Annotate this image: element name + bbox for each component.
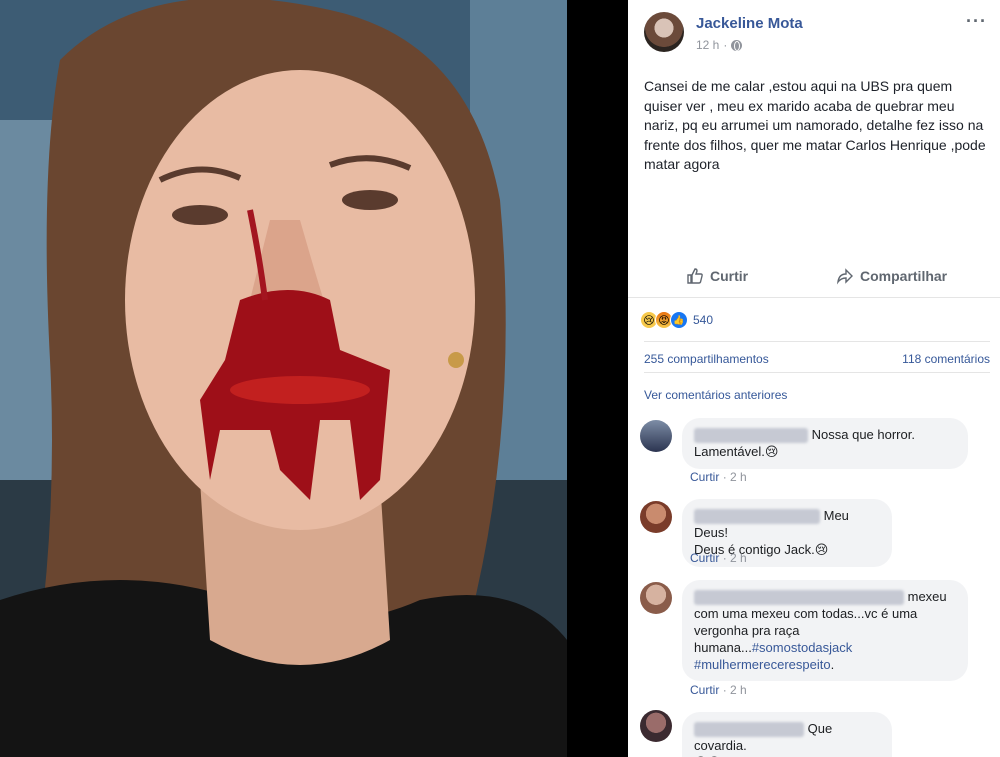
photo-illustration	[0, 0, 567, 757]
post-panel: Jackeline Mota 12 h · ··· Cansei de me c…	[628, 0, 1000, 757]
reaction-count: 540	[693, 313, 714, 327]
thumbs-up-icon	[687, 268, 703, 284]
commenter-avatar[interactable]	[640, 710, 672, 742]
share-arrow-icon	[836, 268, 853, 285]
like-label: Curtir	[710, 268, 749, 284]
more-options-icon[interactable]: ···	[966, 12, 986, 30]
commenter-avatar[interactable]	[640, 582, 672, 614]
like-reaction-icon: 👍	[670, 311, 688, 329]
crying-emoji: 😢	[764, 445, 779, 461]
comment-text: Nossa que horror.	[811, 427, 915, 442]
commenter-avatar[interactable]	[640, 420, 672, 452]
comment-like-link[interactable]: Curtir	[690, 683, 719, 697]
post-header: Jackeline Mota 12 h · ···	[628, 0, 1000, 70]
post-time[interactable]: 12 h	[696, 38, 719, 52]
comment-bubble: mexeu com uma mexeu com todas...vc é uma…	[682, 580, 968, 682]
comment-text: Lamentável.	[694, 444, 765, 460]
like-button[interactable]: Curtir	[686, 267, 748, 285]
comment-bubble: Nossa que horror. Lamentável.😢	[682, 418, 968, 470]
comments-count[interactable]: 118 comentários	[902, 352, 990, 366]
post-meta: 12 h ·	[696, 38, 743, 52]
comment-like-link[interactable]: Curtir	[690, 551, 719, 565]
comment-bubble: Que covardia. 😢😢	[682, 712, 892, 757]
share-label: Compartilhar	[860, 268, 948, 284]
view-previous-comments-link[interactable]: Ver comentários anteriores	[644, 388, 787, 402]
crying-emoji: 😢	[814, 543, 829, 559]
post-photo[interactable]	[0, 0, 567, 757]
commenter-name-redacted[interactable]	[694, 590, 904, 606]
commenter-name-redacted[interactable]	[694, 722, 804, 738]
comment-time[interactable]: 2 h	[730, 551, 747, 565]
comment-meta: Curtir · 2 h	[690, 470, 747, 484]
comment-time[interactable]: 2 h	[730, 470, 747, 484]
commenter-name-redacted[interactable]	[694, 428, 808, 444]
comment-time[interactable]: 2 h	[730, 683, 747, 697]
post-text: Cansei de me calar ,estou aqui na UBS pr…	[644, 78, 986, 172]
comment-text: vergonha pra raça	[694, 623, 800, 639]
post-actions: Curtir Compartilhar	[628, 258, 1000, 298]
hashtag-link[interactable]: #somostodasjack	[752, 640, 852, 655]
comment-meta: Curtir · 2 h	[690, 683, 747, 697]
comment-text: com uma mexeu com todas...vc é uma	[694, 606, 918, 622]
commenter-name-redacted[interactable]	[694, 509, 820, 525]
share-button[interactable]: Compartilhar	[836, 267, 947, 285]
author-name[interactable]: Jackeline Mota	[696, 15, 803, 32]
comment-item: Que covardia. 😢😢	[640, 710, 990, 757]
photo-letterbox	[567, 0, 628, 757]
comment-item: Nossa que horror. Lamentável.😢 Curtir · …	[640, 418, 990, 498]
hashtag-link[interactable]: #mulhermerecerespeito	[694, 657, 831, 672]
shares-count[interactable]: 255 compartilhamentos	[644, 352, 769, 366]
comment-item: mexeu com uma mexeu com todas...vc é uma…	[640, 580, 990, 700]
globe-icon[interactable]	[731, 39, 743, 51]
comment-item: Meu Deus! Deus é contigo Jack.😢 Curtir ·…	[640, 499, 990, 579]
comment-like-link[interactable]: Curtir	[690, 470, 719, 484]
reactions-summary[interactable]: 😢 😡 👍 540	[640, 311, 713, 329]
post-stats: 255 compartilhamentos 118 comentários	[644, 341, 990, 373]
author-avatar[interactable]	[644, 12, 684, 52]
comment-meta: Curtir · 2 h	[690, 551, 747, 565]
commenter-avatar[interactable]	[640, 501, 672, 533]
comment-text: .	[830, 657, 835, 673]
comment-text: mexeu	[907, 589, 947, 604]
comment-text: humana...	[694, 640, 752, 656]
